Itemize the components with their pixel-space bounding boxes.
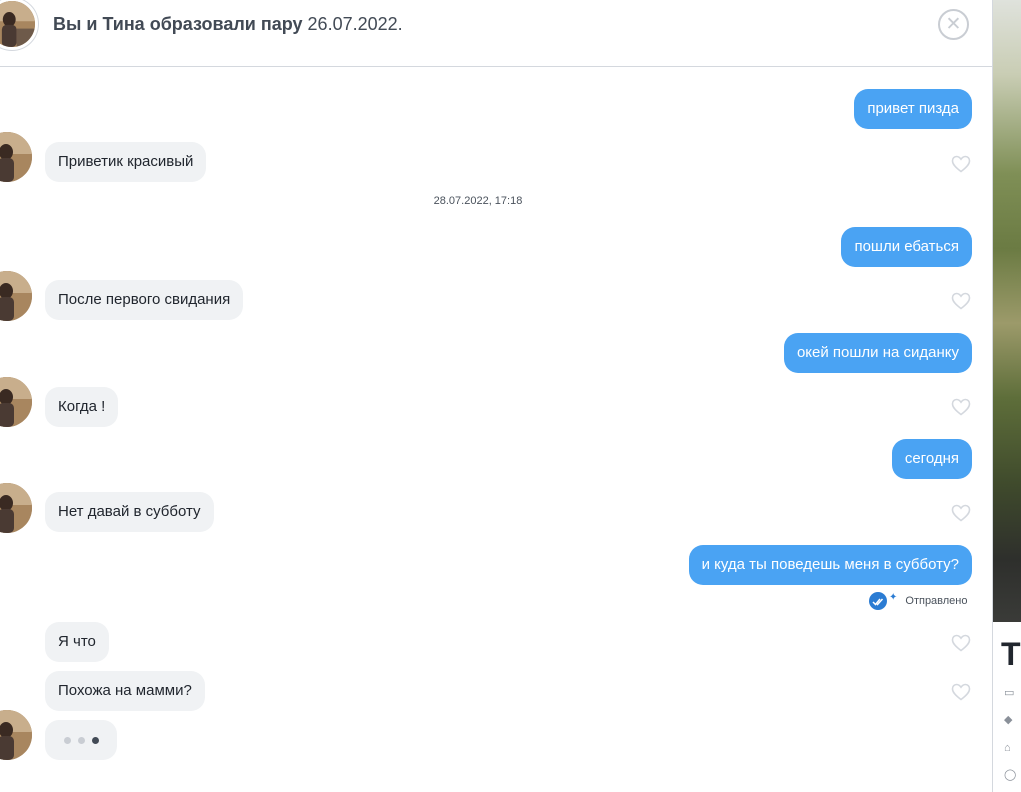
like-heart-icon[interactable]: [951, 504, 971, 522]
message-outgoing: окей пошли на сиданку: [783, 333, 972, 373]
home-icon: ⌂: [1004, 742, 1011, 754]
message-incoming: Приветик красивый: [45, 142, 207, 182]
like-heart-icon[interactable]: [951, 398, 971, 416]
match-date: 26.07.2022.: [307, 14, 403, 34]
briefcase-icon: ▭: [1004, 687, 1015, 699]
message-outgoing: пошли ебаться: [841, 227, 972, 267]
profile-name: Т: [1001, 636, 1021, 672]
message-incoming: Нет давай в субботу: [45, 492, 214, 532]
typing-dot: [91, 736, 99, 744]
message-outgoing: и куда ты поведешь меня в субботу?: [688, 545, 972, 585]
message-incoming: Когда !: [45, 387, 119, 427]
message-outgoing: привет пизда: [854, 89, 972, 129]
close-icon[interactable]: ✕: [938, 9, 969, 40]
sparkle-icon: ✦: [889, 591, 898, 603]
avatar-photo: [0, 132, 32, 182]
message-avatar[interactable]: [0, 132, 32, 182]
message-avatar[interactable]: [0, 710, 32, 760]
message-timestamp: 28.07.2022, 17:18: [433, 195, 523, 207]
match-avatar[interactable]: [0, 0, 38, 50]
message-outgoing: сегодня: [891, 439, 972, 479]
message-avatar[interactable]: [0, 271, 32, 321]
like-heart-icon[interactable]: [951, 292, 971, 310]
message-incoming: Похожа на мамми?: [45, 671, 205, 711]
match-title-text: Вы и Тина образовали пару: [53, 14, 303, 34]
typing-indicator: [45, 720, 117, 760]
avatar-photo: [0, 377, 32, 427]
avatar-photo: [0, 1, 35, 47]
person-icon: ◯: [1004, 769, 1017, 781]
typing-dot: [77, 736, 85, 744]
avatar-photo: [0, 710, 32, 760]
like-heart-icon[interactable]: [951, 683, 971, 701]
avatar-photo: [0, 483, 32, 533]
profile-photo[interactable]: [993, 0, 1021, 622]
chat-header: Вы и Тина образовали пару 26.07.2022. ✕: [0, 0, 992, 67]
message-avatar[interactable]: [0, 377, 32, 427]
match-title: Вы и Тина образовали пару 26.07.2022.: [53, 14, 403, 35]
avatar-photo: [0, 271, 32, 321]
graduation-cap-icon: ◆: [1004, 714, 1013, 726]
message-incoming: После первого свидания: [45, 280, 244, 320]
profile-panel: Т ▭ ◆ ⌂ ◯: [992, 0, 1021, 792]
chat-panel: Вы и Тина образовали пару 26.07.2022. ✕ …: [0, 0, 992, 792]
like-heart-icon[interactable]: [951, 634, 971, 652]
double-check-icon: [869, 592, 887, 610]
typing-dot: [63, 736, 71, 744]
like-heart-icon[interactable]: [951, 155, 971, 173]
message-status: ✦ Отправлено: [869, 592, 968, 610]
message-incoming: Я что: [45, 622, 109, 662]
message-avatar[interactable]: [0, 483, 32, 533]
status-text: Отправлено: [905, 595, 968, 607]
